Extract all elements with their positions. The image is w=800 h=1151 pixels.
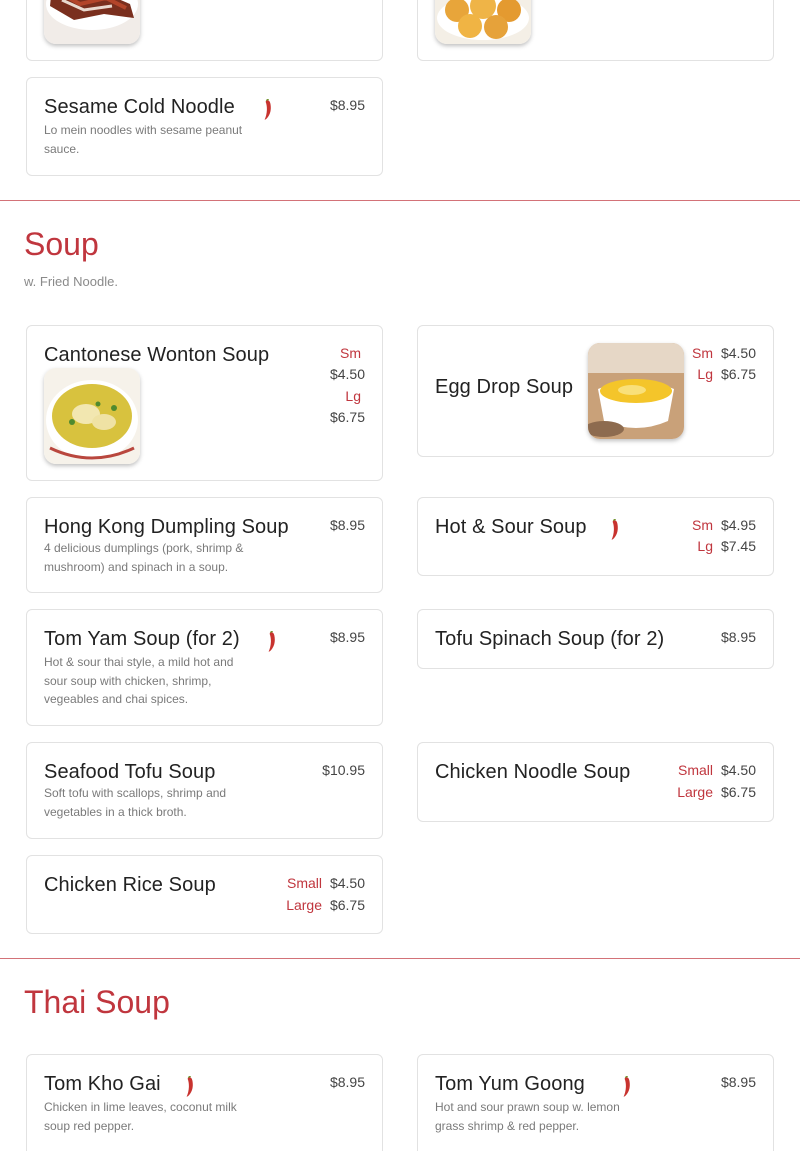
menu-card-chicken-noodle-soup[interactable]: Chicken Noodle Soup Small $4.50 Large $6… [417,742,774,822]
item-description: Hot & sour thai style, a mild hot and so… [44,655,234,706]
item-price: $8.95 [720,1074,756,1090]
size-label-large: Lg [345,388,361,404]
item-price: $10.95 [322,762,365,778]
fried-balls-photo [435,0,531,44]
item-name: Sesame Cold Noodle [44,96,235,118]
item-name: Cantonese Wonton Soup [44,344,270,366]
menu-card-tom-kho-gai[interactable]: Tom Kho Gai $8.95 Chicken in lime leaves… [26,1054,383,1151]
chili-pepper-icon [610,519,620,541]
price-large: $6.75 [720,366,756,382]
wonton-soup-photo [44,368,140,464]
menu-card-cantonese-wonton-soup[interactable]: Cantonese Wonton Soup Sm $4.50 Lg $6.75 [26,325,383,481]
menu-card-ribs[interactable] [26,0,383,61]
size-label-small: Sm [692,345,713,361]
item-price: $8.95 [329,1074,365,1090]
item-name: Hong Kong Dumpling Soup [44,516,289,538]
item-description: Chicken in lime leaves, coconut milk sou… [44,1100,237,1133]
price-large: $6.75 [329,897,365,913]
item-description: Lo mein noodles with sesame peanut sauce… [44,123,243,156]
chili-pepper-icon [185,1076,195,1098]
item-name: Chicken Rice Soup [44,874,216,896]
item-price: $8.95 [720,629,756,645]
price-small: $4.95 [720,517,756,533]
item-price: $8.95 [329,629,365,645]
menu-card-chicken-rice-soup[interactable]: Chicken Rice Soup Small $4.50 Large $6.7… [26,855,383,934]
item-description: 4 delicious dumplings (pork, shrimp & mu… [44,541,244,574]
section-title-thai-soup: Thai Soup [24,984,170,1020]
size-label-small: Small [286,875,322,891]
item-name: Tom Yum Goong [435,1073,585,1095]
item-description: Soft tofu with scallops, shrimp and vege… [44,786,227,819]
size-label-small: Small [677,762,713,778]
section-divider [0,200,800,201]
item-name: Egg Drop Soup [435,376,574,398]
section-title-soup: Soup [24,226,99,262]
section-subtitle: w. Fried Noodle. [24,274,118,289]
menu-card-seafood-tofu-soup[interactable]: Seafood Tofu Soup $10.95 Soft tofu with … [26,742,383,839]
section-divider [0,958,800,959]
item-name: Chicken Noodle Soup [435,761,631,783]
item-price: $8.95 [329,517,365,533]
menu-card-hong-kong-dumpling-soup[interactable]: Hong Kong Dumpling Soup $8.95 4 deliciou… [26,497,383,593]
size-label-large: Large [677,784,713,800]
menu-card-egg-drop-soup[interactable]: Egg Drop Soup Sm $4.50 Lg $6.75 [417,325,774,457]
menu-card-tom-yum-goong[interactable]: Tom Yum Goong $8.95 Hot and sour prawn s… [417,1054,774,1151]
chili-pepper-icon [267,631,277,653]
size-label-large: Lg [697,366,713,382]
size-label-large: Lg [697,538,713,554]
menu-card-hot-sour-soup[interactable]: Hot & Sour Soup Sm $4.95 Lg $7.45 [417,497,774,576]
egg-drop-soup-photo [588,343,684,439]
price-small: $4.50 [720,762,756,778]
item-price: $8.95 [329,97,365,113]
size-label-small: Sm [340,345,361,361]
size-label-small: Sm [692,517,713,533]
ribs-photo [44,0,140,44]
item-name: Tofu Spinach Soup (for 2) [435,628,665,650]
item-name: Hot & Sour Soup [435,516,587,538]
price-large: $7.45 [720,538,756,554]
price-large: $6.75 [329,409,365,425]
item-name: Seafood Tofu Soup [44,761,216,783]
chili-pepper-icon [263,99,273,121]
item-name: Tom Kho Gai [44,1073,161,1095]
menu-card-tofu-spinach-soup[interactable]: Tofu Spinach Soup (for 2) $8.95 [417,609,774,669]
menu-card-sesame-cold-noodle[interactable]: Sesame Cold Noodle $8.95 Lo mein noodles… [26,77,383,176]
price-small: $4.50 [329,875,365,891]
size-label-large: Large [286,897,322,913]
item-name: Tom Yam Soup (for 2) [44,628,240,650]
menu-card-tom-yam-soup[interactable]: Tom Yam Soup (for 2) $8.95 Hot & sour th… [26,609,383,726]
menu-card-fried-balls[interactable] [417,0,774,61]
price-small: $4.50 [720,345,756,361]
price-small: $4.50 [329,366,365,382]
item-description: Hot and sour prawn soup w. lemon grass s… [435,1100,620,1133]
chili-pepper-icon [622,1076,632,1098]
price-large: $6.75 [720,784,756,800]
